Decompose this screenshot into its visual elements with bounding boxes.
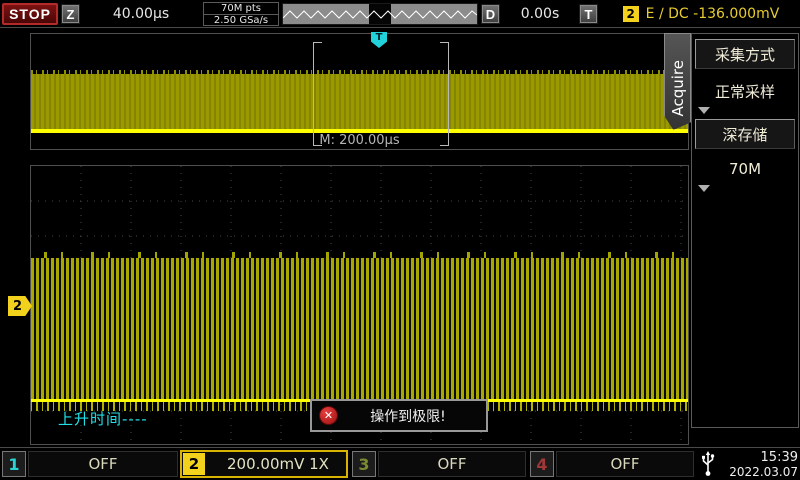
channel1-badge[interactable]: 1 bbox=[2, 451, 26, 477]
trigger-readout: 2 E ∕ DC -136.000mV bbox=[604, 3, 798, 25]
trigger-button[interactable]: T bbox=[579, 4, 598, 24]
channel2-marker-label: 2 bbox=[13, 299, 22, 314]
menu-value-memory-depth[interactable]: 70M bbox=[695, 156, 795, 182]
menu-item-acquisition-mode[interactable]: 采集方式 bbox=[695, 39, 795, 69]
dc-coupling-icon bbox=[210, 460, 225, 469]
zoom-window-left-bracket bbox=[313, 42, 322, 146]
channel3-badge[interactable]: 3 bbox=[352, 451, 376, 477]
tab-acquire[interactable]: Acquire bbox=[664, 33, 691, 130]
trigger-channel-badge: 2 bbox=[623, 6, 639, 22]
channel2-scale-readout: 200.00mV 1X bbox=[227, 455, 329, 473]
channel2-status[interactable]: 2 200.00mV 1X bbox=[180, 450, 348, 478]
dialog-message: 操作到极限! bbox=[338, 406, 486, 426]
status-bar: STOP Z 40.00μs 70M pts 2.50 GSa/s D 0.00… bbox=[0, 0, 800, 28]
channel3-status[interactable]: OFF bbox=[378, 451, 526, 477]
limit-warning-dialog: ✕ 操作到极限! bbox=[310, 399, 488, 432]
timebase-readout: 40.00μs bbox=[82, 3, 200, 25]
channel2-badge[interactable]: 2 bbox=[183, 453, 205, 475]
date-readout: 2022.03.07 bbox=[729, 465, 798, 479]
dropdown-arrow-icon bbox=[698, 185, 710, 192]
acquire-menu-panel: 采集方式 正常采样 深存储 70M bbox=[691, 33, 799, 428]
memory-points: 70M pts bbox=[204, 3, 278, 15]
channel4-status[interactable]: OFF bbox=[556, 451, 694, 477]
dropdown-arrow-icon bbox=[698, 107, 710, 114]
waveform-overview-panel: T M: 200.00μs bbox=[30, 33, 689, 150]
delay-readout: 0.00s bbox=[503, 3, 577, 25]
channel2-level-marker[interactable]: 2 bbox=[8, 296, 32, 316]
zoom-window-right-bracket bbox=[440, 42, 449, 146]
waveform-position-strip bbox=[282, 3, 478, 25]
channel4-badge[interactable]: 4 bbox=[530, 451, 554, 477]
error-x-icon: ✕ bbox=[319, 406, 338, 425]
main-timebase-label: M: 200.00μs bbox=[31, 133, 688, 148]
delay-button[interactable]: D bbox=[481, 4, 500, 24]
overview-waveform-band bbox=[31, 74, 688, 129]
mini-waveform-icon bbox=[283, 4, 477, 24]
channel-status-bar: 1 OFF 2 200.00mV 1X 3 OFF 4 OFF bbox=[0, 447, 800, 480]
menu-value-normal-sampling[interactable]: 正常采样 bbox=[695, 78, 795, 104]
channel1-status[interactable]: OFF bbox=[28, 451, 178, 477]
acquire-tab-label: Acquire bbox=[669, 46, 687, 117]
trigger-info-text: E ∕ DC -136.000mV bbox=[646, 6, 780, 22]
clock: 15:39 2022.03.07 bbox=[721, 449, 798, 479]
run-stop-button[interactable]: STOP bbox=[2, 3, 58, 25]
trigger-position-marker[interactable]: T bbox=[371, 32, 387, 48]
oscilloscope-screen: STOP Z 40.00μs 70M pts 2.50 GSa/s D 0.00… bbox=[0, 0, 800, 480]
time-readout: 15:39 bbox=[761, 450, 798, 465]
memory-depth-readout: 70M pts 2.50 GSa/s bbox=[203, 2, 279, 26]
menu-item-deep-memory[interactable]: 深存储 bbox=[695, 119, 795, 149]
sample-rate: 2.50 GSa/s bbox=[204, 15, 278, 26]
usb-icon bbox=[697, 450, 719, 478]
channel2-waveform bbox=[31, 258, 688, 399]
zoom-button[interactable]: Z bbox=[61, 4, 80, 24]
rise-time-measurement: 上升时间---- bbox=[58, 408, 148, 429]
